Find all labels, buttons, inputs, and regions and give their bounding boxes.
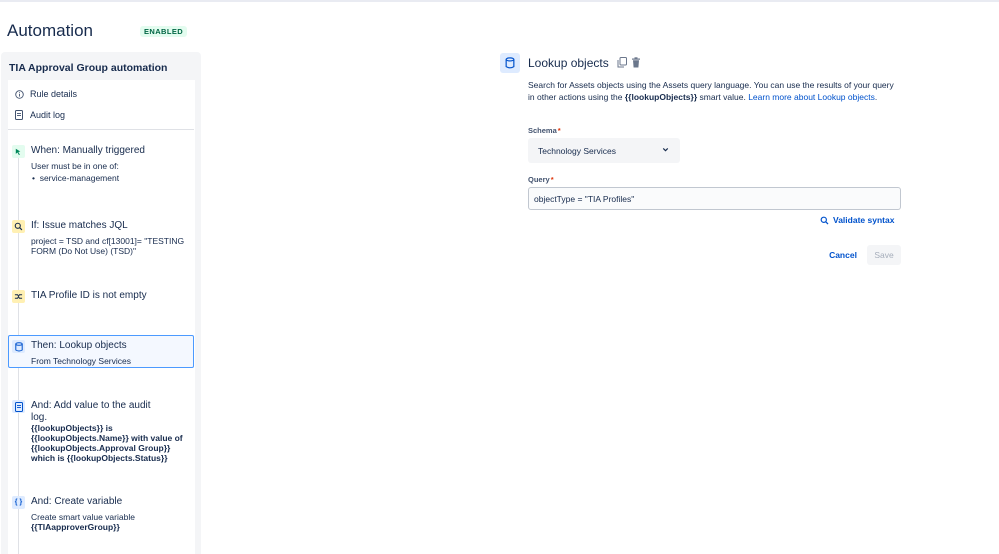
sidebar-item-label: Audit log — [30, 110, 66, 120]
validate-label: Validate syntax — [833, 215, 895, 225]
component-title-cont: log. — [31, 412, 48, 423]
search-icon — [820, 216, 829, 225]
component-title[interactable]: And: Add value to the audit — [31, 400, 151, 411]
component-description: {{lookupObjects.Name}} with value of — [31, 433, 183, 443]
schema-value: Technology Services — [538, 145, 616, 156]
schema-label: Schema* — [528, 126, 561, 135]
component-title[interactable]: If: Issue matches JQL — [31, 220, 128, 231]
query-label: Query* — [528, 175, 554, 184]
component-title[interactable]: When: Manually triggered — [31, 145, 145, 156]
required-mark: * — [557, 126, 561, 135]
validate-syntax-button[interactable]: Validate syntax — [820, 215, 894, 225]
save-button[interactable]: Save — [867, 245, 901, 265]
component-description: {{lookupObjects}} is — [31, 423, 113, 433]
component-description: FORM (Do Not Use) (TSD)" — [31, 246, 137, 256]
component-description: From Technology Services — [31, 356, 131, 366]
component-description: project = TSD and cf[13001]= "TESTING — [31, 236, 185, 246]
learn-more-link[interactable]: Learn more about Lookup objects — [748, 92, 875, 102]
panel-description: Search for Assets objects using the Asse… — [528, 79, 898, 103]
rule-name: TIA Approval Group automation — [9, 62, 168, 74]
required-mark: * — [550, 175, 554, 184]
sidebar-item-audit-log[interactable]: Audit log — [14, 110, 65, 120]
component-description: {{lookupObjects.Approval Group}} — [31, 443, 171, 453]
component-description: which is {{lookupObjects.Status}} — [31, 453, 168, 463]
document-icon — [14, 110, 24, 120]
component-title[interactable]: Then: Lookup objects — [31, 340, 127, 351]
component-description: Create smart value variable — [31, 512, 135, 522]
sidebar-item-label: Rule details — [30, 89, 78, 99]
copy-icon[interactable] — [616, 57, 627, 68]
braces-icon: { } — [12, 496, 25, 509]
database-icon — [12, 340, 25, 353]
schema-select[interactable]: Technology Services — [528, 138, 680, 163]
description-text: . — [874, 92, 878, 102]
list-item: • service-management — [32, 173, 120, 183]
component-title[interactable]: And: Create variable — [31, 496, 122, 507]
top-border — [0, 0, 999, 2]
panel-title: Lookup objects — [528, 56, 609, 70]
status-badge: ENABLED — [140, 26, 188, 37]
chevron-down-icon — [661, 145, 670, 156]
component-description: {{TIAapproverGroup}} — [31, 522, 120, 532]
cancel-button[interactable]: Cancel — [822, 245, 864, 265]
search-icon — [12, 220, 25, 233]
trash-icon[interactable] — [630, 57, 641, 68]
query-input[interactable]: objectType = "TIA Profiles" — [528, 187, 901, 210]
query-value: objectType = "TIA Profiles" — [534, 193, 635, 204]
bullet-text: service-management — [39, 173, 120, 183]
smart-value: {{lookupObjects}} — [624, 92, 698, 102]
log-icon — [12, 400, 25, 413]
database-icon — [500, 53, 520, 73]
trigger-icon — [12, 145, 25, 158]
info-icon — [14, 89, 24, 99]
label-text: Query — [528, 175, 550, 184]
description-text: smart value. — [697, 92, 749, 102]
component-description: User must be in one of: — [31, 161, 119, 171]
component-title[interactable]: TIA Profile ID is not empty — [31, 290, 147, 301]
branch-icon — [12, 290, 25, 303]
divider — [8, 129, 194, 130]
page-title: Automation — [7, 21, 93, 40]
label-text: Schema — [528, 126, 557, 135]
sidebar-item-rule-details[interactable]: Rule details — [14, 89, 77, 99]
